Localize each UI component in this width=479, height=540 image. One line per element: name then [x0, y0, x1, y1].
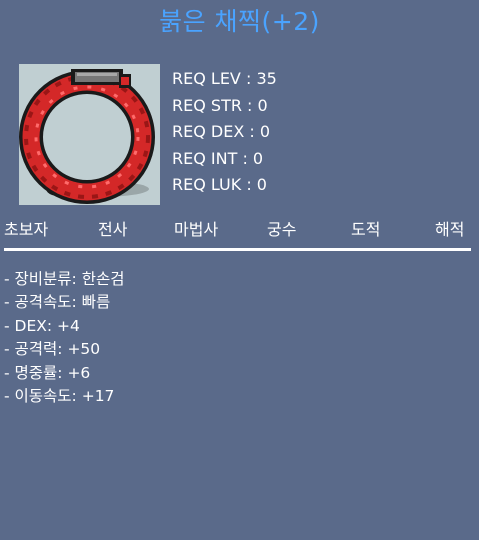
- req-int: REQ INT : 0: [172, 148, 264, 168]
- req-luk: REQ LUK : 0: [172, 175, 267, 194]
- job-warrior: 전사: [98, 220, 128, 239]
- job-beginner: 초보자: [4, 220, 49, 239]
- stat-category: - 장비분류: 한손검: [4, 270, 125, 288]
- stat-accuracy: - 명중률: +6: [4, 363, 91, 382]
- item-icon-box: [19, 64, 160, 205]
- job-thief: 도적: [351, 220, 381, 239]
- requirements-list: REQ LEV : 35 REQ STR : 0 REQ DEX : 0 REQ…: [172, 66, 277, 199]
- stat-dex: - DEX: +4: [4, 316, 80, 335]
- req-level: REQ LEV : 35: [172, 69, 277, 88]
- red-whip-icon: [19, 69, 155, 204]
- job-pirate: 해적: [435, 220, 465, 239]
- stat-attack: - 공격력: +50: [4, 340, 101, 359]
- stat-speed: - 이동속도: +17: [4, 387, 115, 406]
- job-magician: 마법사: [174, 220, 219, 239]
- item-name-title: 붉은 채찍(+2): [159, 7, 320, 36]
- job-divider: [4, 248, 471, 251]
- req-str: REQ STR : 0: [172, 95, 268, 115]
- req-dex: REQ DEX : 0: [172, 122, 271, 141]
- stats-list: - 장비분류: 한손검 - 공격속도: 빠름 - DEX: +4 - 공격력: …: [4, 268, 125, 408]
- job-list: 초보자 전사 마법사 궁수 도적 해적: [0, 218, 479, 244]
- job-bowman: 궁수: [267, 220, 297, 239]
- stat-attack-speed: - 공격속도: 빠름: [4, 293, 111, 312]
